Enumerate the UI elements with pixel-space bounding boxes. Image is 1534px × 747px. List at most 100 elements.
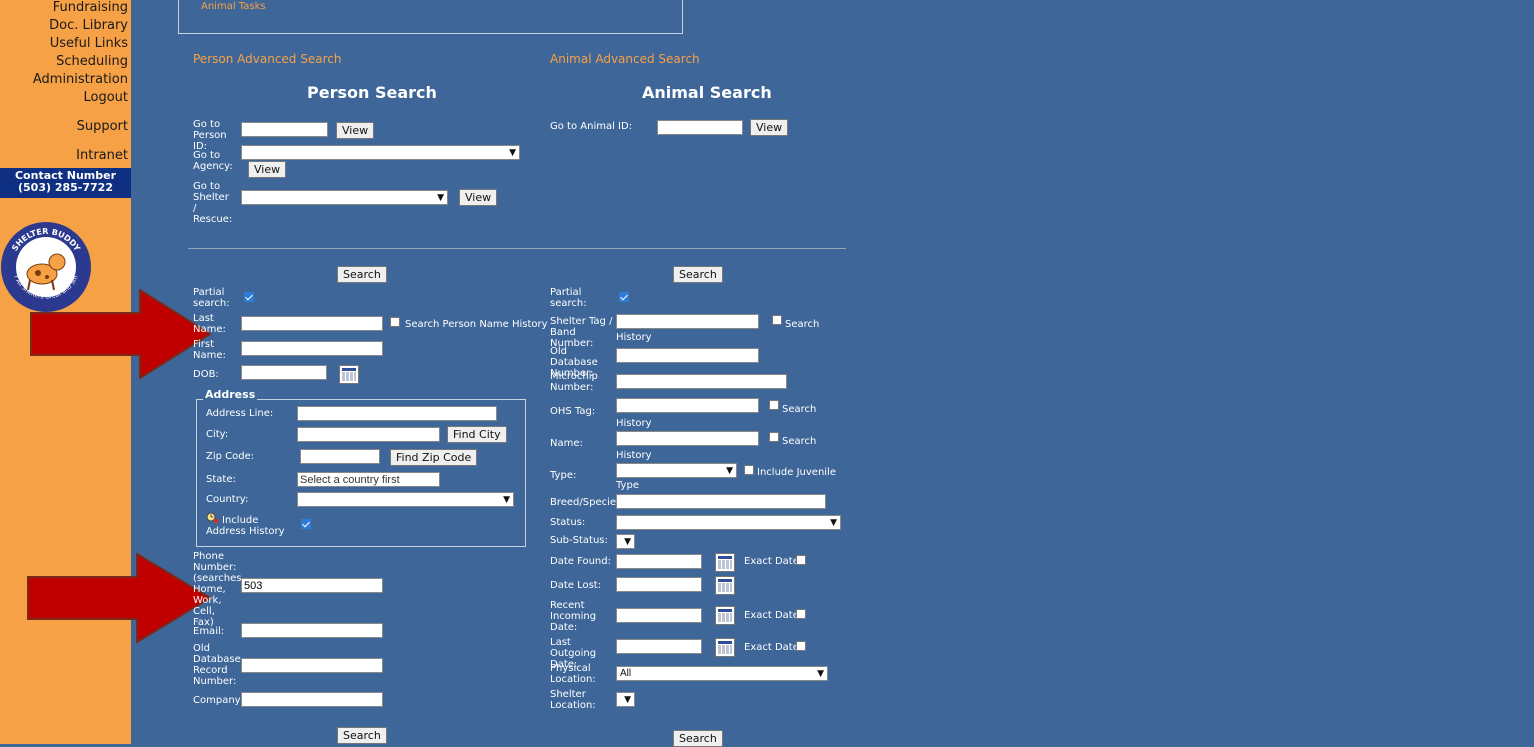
contact-number: Contact Number (503) 285-7722 <box>0 168 131 198</box>
person-id-input[interactable] <box>241 122 328 137</box>
old-db-record-input[interactable] <box>241 658 383 673</box>
shelter-select[interactable]: ▼ <box>241 190 448 205</box>
physical-location-select[interactable]: All ▼ <box>616 666 828 681</box>
physical-location-value: All <box>620 668 632 679</box>
person-search-button-top[interactable]: Search <box>337 266 387 283</box>
animal-name-label: Name: <box>550 438 583 449</box>
city-label: City: <box>206 429 229 440</box>
sub-status-select[interactable]: ▼ <box>616 534 635 549</box>
chevron-down-icon: ▼ <box>503 495 510 505</box>
date-lost-label: Date Lost: <box>550 580 602 591</box>
person-search-title: Person Search <box>307 83 437 102</box>
nav-logout[interactable]: Logout <box>83 90 128 105</box>
date-found-input[interactable] <box>616 554 702 569</box>
animal-id-view-button[interactable]: View <box>750 119 789 136</box>
shelter-location-select[interactable]: ▼ <box>616 692 635 707</box>
go-agency-label: Go to Agency: <box>193 150 233 172</box>
agency-view-button[interactable]: View <box>248 161 287 178</box>
date-found-exact-label: Exact Date <box>744 556 799 567</box>
animal-search-button-top[interactable]: Search <box>673 266 723 283</box>
go-person-id-label: Go to Person ID: <box>193 119 227 152</box>
person-partial-label: Partial search: <box>193 287 230 309</box>
dob-calendar-icon[interactable] <box>339 365 359 384</box>
shelter-location-label: Shelter Location: <box>550 689 596 711</box>
old-db-number-input[interactable] <box>616 348 759 363</box>
recent-incoming-input[interactable] <box>616 608 702 623</box>
nav-useful-links[interactable]: Useful Links <box>50 36 128 51</box>
shelter-tag-history-label: Search History <box>616 319 820 343</box>
nav-doc-library[interactable]: Doc. Library <box>49 18 128 33</box>
search-name-history-checkbox[interactable] <box>390 317 400 327</box>
dob-input[interactable] <box>241 365 327 380</box>
zip-code-label: Zip Code: <box>206 451 255 462</box>
person-search-button-bottom[interactable]: Search <box>337 727 387 744</box>
address-legend: Address <box>203 388 258 401</box>
address-line-input[interactable] <box>297 406 497 421</box>
ohs-tag-label: OHS Tag: <box>550 406 596 417</box>
phone-input[interactable] <box>241 578 383 593</box>
phone-label: Phone Number: (searches Home, Work, Cell… <box>193 551 242 628</box>
red-arrow-name <box>30 289 212 379</box>
recent-incoming-label: Recent Incoming Date: <box>550 600 597 633</box>
microchip-input[interactable] <box>616 374 787 389</box>
physical-location-label: Physical Location: <box>550 663 596 685</box>
go-animal-id-label: Go to Animal ID: <box>550 121 633 132</box>
animal-search-button-bottom[interactable]: Search <box>673 730 723 747</box>
email-label: Email: <box>193 626 225 637</box>
microchip-label: Microchip Number: <box>550 371 598 393</box>
chevron-down-icon: ▼ <box>830 518 837 528</box>
chevron-down-icon: ▼ <box>624 537 631 547</box>
animal-partial-checkbox[interactable] <box>619 292 629 302</box>
sub-status-label: Sub-Status: <box>550 535 608 546</box>
status-select[interactable]: ▼ <box>616 515 841 530</box>
nav-intranet[interactable]: Intranet <box>76 148 128 163</box>
state-input[interactable] <box>297 472 440 487</box>
recent-incoming-calendar-icon[interactable] <box>715 606 735 625</box>
shelter-view-button[interactable]: View <box>459 189 498 206</box>
country-select[interactable]: ▼ <box>297 492 514 507</box>
chevron-down-icon: ▼ <box>817 669 824 679</box>
last-outgoing-calendar-icon[interactable] <box>715 638 735 657</box>
breed-input[interactable] <box>616 494 826 509</box>
date-found-calendar-icon[interactable] <box>715 553 735 572</box>
company-label: Company: <box>193 695 244 706</box>
recent-incoming-exact-checkbox[interactable] <box>796 609 806 619</box>
shelter-tag-label: Shelter Tag / Band Number: <box>550 316 613 349</box>
state-label: State: <box>206 474 236 485</box>
animal-tasks-link[interactable]: Animal Tasks <box>201 1 266 12</box>
dob-label: DOB: <box>193 369 219 380</box>
animal-advanced-search-link[interactable]: Animal Advanced Search <box>550 52 700 66</box>
chevron-down-icon: ▼ <box>624 695 631 705</box>
person-id-view-button[interactable]: View <box>336 122 375 139</box>
status-label: Status: <box>550 517 586 528</box>
company-input[interactable] <box>241 692 383 707</box>
find-zip-code-button[interactable]: Find Zip Code <box>390 449 478 466</box>
last-name-input[interactable] <box>241 316 383 331</box>
type-label: Type: <box>550 470 577 481</box>
nav-scheduling[interactable]: Scheduling <box>56 54 128 69</box>
last-outgoing-exact-label: Exact Date <box>744 642 799 653</box>
animal-id-input[interactable] <box>657 120 743 135</box>
city-input[interactable] <box>297 427 440 442</box>
nav-administration[interactable]: Administration <box>33 72 128 87</box>
person-partial-checkbox[interactable] <box>244 292 254 302</box>
nav-support[interactable]: Support <box>77 119 128 134</box>
animal-name-history-label: Search History <box>616 436 817 461</box>
nav-fundraising[interactable]: Fundraising <box>53 0 128 15</box>
first-name-label: First Name: <box>193 339 226 361</box>
chevron-down-icon: ▼ <box>509 148 516 158</box>
person-advanced-search-link[interactable]: Person Advanced Search <box>193 52 341 66</box>
find-city-button[interactable]: Find City <box>447 426 507 443</box>
zip-code-input[interactable] <box>300 449 380 464</box>
address-line-label: Address Line: <box>206 408 274 419</box>
email-input[interactable] <box>241 623 383 638</box>
ohs-tag-history-label: Search History <box>616 404 817 429</box>
last-outgoing-exact-checkbox[interactable] <box>796 641 806 651</box>
include-address-history-checkbox[interactable] <box>301 519 311 529</box>
date-lost-calendar-icon[interactable] <box>715 576 735 595</box>
first-name-input[interactable] <box>241 341 383 356</box>
agency-select[interactable]: ▼ <box>241 145 520 160</box>
date-lost-input[interactable] <box>616 577 702 592</box>
date-found-exact-checkbox[interactable] <box>796 555 806 565</box>
last-outgoing-input[interactable] <box>616 639 702 654</box>
